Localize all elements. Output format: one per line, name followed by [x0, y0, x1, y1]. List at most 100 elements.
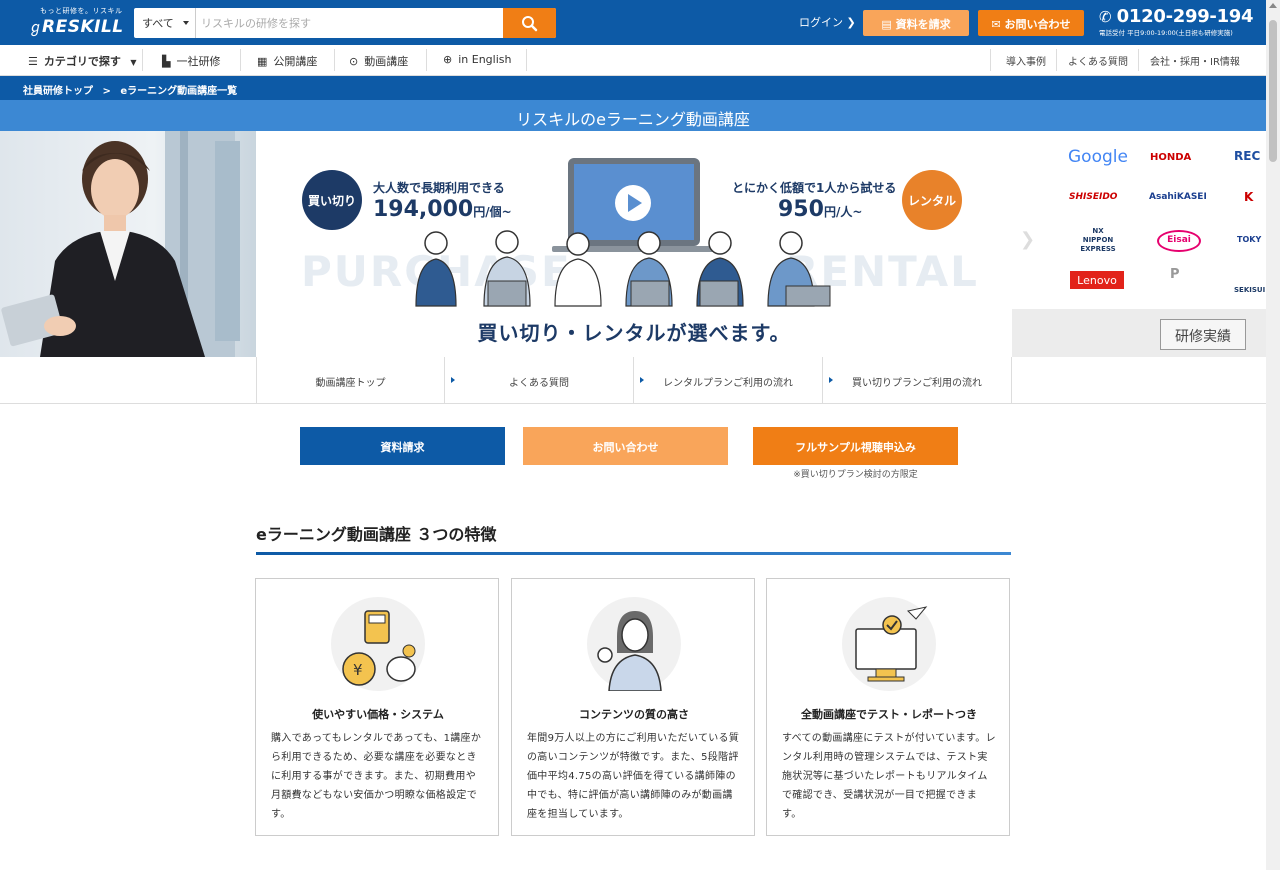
person-2: [483, 230, 531, 307]
contact-button[interactable]: ✉ お問い合わせ: [978, 10, 1084, 36]
nav-divider: [1138, 49, 1139, 71]
nav-divider: [990, 49, 991, 71]
divider: [0, 403, 1266, 404]
nav-item-video[interactable]: ⊙ 動画講座: [349, 45, 408, 75]
hero-catchphrase: 買い切り・レンタルが選べます。: [477, 321, 791, 345]
feature-card-price: ¥ 使いやすい価格・システム 購入であってもレンタルであっても、1講座から利用で…: [255, 578, 499, 836]
phone-hours: 電話受付 平日9:00-19:00(土日祝も研修実施): [1099, 29, 1233, 37]
globe-icon: ⊕: [443, 53, 453, 66]
triangle-right-icon: [451, 377, 455, 383]
subnav-purchase-flow[interactable]: 買い切りプランご利用の流れ: [823, 357, 1012, 404]
breadcrumb-current: eラーニング動画講座一覧: [120, 86, 238, 97]
request-docs-button[interactable]: ▤ 資料を請求: [863, 10, 969, 36]
phone-icon: ✆: [1099, 8, 1112, 26]
feature-illustration: [587, 597, 681, 692]
nav-divider: [426, 49, 427, 71]
page: もっと研修を。リスキル ℊRESKILL すべて ログイン ❯ ▤ 資料を請求: [0, 0, 1266, 870]
search-box: すべて: [134, 8, 556, 38]
cta-sample-button[interactable]: フルサンプル視聴申込み: [753, 427, 958, 465]
triangle-right-icon: [829, 377, 833, 383]
cta-contact-button[interactable]: お問い合わせ: [523, 427, 728, 465]
chevron-right-icon: ❯: [846, 16, 856, 29]
search-button[interactable]: [503, 8, 556, 38]
training-record-button[interactable]: 研修実績: [1160, 319, 1246, 350]
search-category-value: すべて: [142, 17, 174, 30]
feature-illustration: [842, 597, 936, 691]
logo-sekisui: SEKISUI: [1234, 286, 1266, 294]
subnav-faq[interactable]: よくある質問: [445, 357, 634, 404]
logo-shiseido: SHISEIDO: [1069, 192, 1118, 202]
document-icon: ▤: [881, 18, 892, 31]
logo-honda: HONDA: [1150, 152, 1192, 163]
nav-divider: [1056, 49, 1057, 71]
page-title: リスキルのeラーニング動画講座: [0, 100, 1266, 131]
search-input[interactable]: [197, 8, 503, 38]
logo-eisai: Eisai: [1157, 230, 1201, 252]
subnav-rental-flow[interactable]: レンタルプランご利用の流れ: [634, 357, 823, 404]
logo-toky: TOKY: [1237, 235, 1262, 244]
login-label: ログイン: [799, 16, 843, 29]
client-logos-panel: ❯ Google HONDA REC SHISEIDO AsahiKASEI K…: [1012, 131, 1266, 357]
nav-item-inhouse[interactable]: ▙ 一社研修: [162, 45, 220, 75]
subnav-video-top[interactable]: 動画講座トップ: [257, 357, 445, 404]
nav-link-faq[interactable]: よくある質問: [1068, 53, 1128, 68]
feature-body: 購入であってもレンタルであっても、1講座から利用できるため、必要な講座を必要なと…: [271, 733, 482, 820]
logo-google: Google: [1068, 147, 1128, 167]
hero-banner[interactable]: PURCHASE RENTAL 買い切り 大人数で長期利用できる 194,000…: [256, 131, 1012, 357]
carousel-prev-icon[interactable]: ❯: [1020, 229, 1035, 250]
logo-rec: REC: [1234, 149, 1261, 163]
calculator-coin-piggybank-icon: ¥: [342, 610, 416, 686]
nav-divider: [240, 49, 241, 71]
logo-nippon-express: NX NIPPON EXPRESS: [1080, 227, 1116, 253]
phone-block[interactable]: ✆ 0120-299-194 電話受付 平日9:00-19:00(土日祝も研修実…: [1099, 6, 1254, 37]
header-bar: もっと研修を。リスキル ℊRESKILL すべて ログイン ❯ ▤ 資料を請求: [0, 0, 1266, 45]
caret-down-icon: ▼: [130, 58, 137, 67]
logo-name: RESKILL: [42, 17, 124, 37]
svg-text:¥: ¥: [353, 661, 363, 679]
nav-item-english[interactable]: ⊕ in English: [443, 45, 511, 75]
nav-item-label: in English: [458, 53, 512, 66]
monitor-checkmark-icon: [855, 606, 928, 682]
hero-photo: [0, 131, 256, 357]
feature-card-test: 全動画講座でテスト・レポートつき すべての動画講座にテストが付いています。レンタ…: [766, 578, 1010, 836]
search-category-select[interactable]: すべて: [134, 8, 196, 38]
features-heading: eラーニング動画講座 ３つの特徴: [256, 525, 497, 544]
caret-down-icon: [183, 21, 189, 25]
scroll-up-arrow-icon[interactable]: [1269, 3, 1277, 8]
site-logo[interactable]: もっと研修を。リスキル ℊRESKILL: [28, 6, 124, 37]
video-subnav: 動画講座トップ よくある質問 レンタルプランご利用の流れ 買い切りプランご利用の…: [256, 357, 1012, 404]
nav-link-cases[interactable]: 導入事例: [1006, 53, 1046, 68]
page-scrollbar[interactable]: [1266, 0, 1280, 870]
breadcrumb-separator: >: [102, 86, 111, 97]
nav-category-label: カテゴリで探す: [43, 55, 121, 68]
person-5: [696, 231, 744, 307]
subnav-label: よくある質問: [509, 378, 569, 389]
cta-request-docs-button[interactable]: 資料請求: [300, 427, 505, 465]
request-docs-label: 資料を請求: [895, 18, 951, 31]
heading-underline: [256, 552, 1011, 555]
cta-note: ※買い切りプラン検討の方限定: [793, 470, 918, 480]
calendar-icon: ▦: [257, 55, 268, 68]
subnav-label: レンタルプランご利用の流れ: [663, 378, 793, 389]
logo-asahikasei: AsahiKASEI: [1149, 192, 1207, 202]
feature-title: コンテンツの質の高さ: [579, 708, 689, 721]
feature-body: すべての動画講座にテストが付いています。レンタル利用時の管理システムでは、テスト…: [782, 733, 996, 820]
scrollbar-thumb[interactable]: [1269, 20, 1277, 162]
logo-tagline: もっと研修を。リスキル: [40, 7, 123, 15]
breadcrumb: 社員研修トップ > eラーニング動画講座一覧: [0, 76, 1266, 100]
businesswoman-photo-icon: [1, 131, 240, 357]
teacher-icon: ▙: [162, 55, 171, 68]
breadcrumb-home-link[interactable]: 社員研修トップ: [23, 86, 93, 97]
nav-link-company[interactable]: 会社・採用・IR情報: [1150, 53, 1240, 68]
login-link[interactable]: ログイン ❯: [799, 14, 856, 30]
person-1: [415, 231, 457, 307]
nav-item-public[interactable]: ▦ 公開講座: [257, 45, 317, 75]
main-nav: ☰ カテゴリで探す ▼ ▙ 一社研修 ▦ 公開講座 ⊙ 動画講座 ⊕ in English…: [0, 45, 1266, 76]
nav-category-dropdown[interactable]: ☰ カテゴリで探す ▼: [28, 45, 137, 75]
logo-lenovo: Lenovo: [1070, 271, 1124, 289]
triangle-right-icon: [640, 377, 644, 383]
play-icon: ⊙: [349, 55, 359, 68]
menu-icon: ☰: [28, 55, 38, 68]
feature-body: 年間9万人以上の方にご利用いただいている質の高いコンテンツが特徴です。また、5段…: [527, 733, 740, 820]
person-6: [767, 231, 831, 307]
